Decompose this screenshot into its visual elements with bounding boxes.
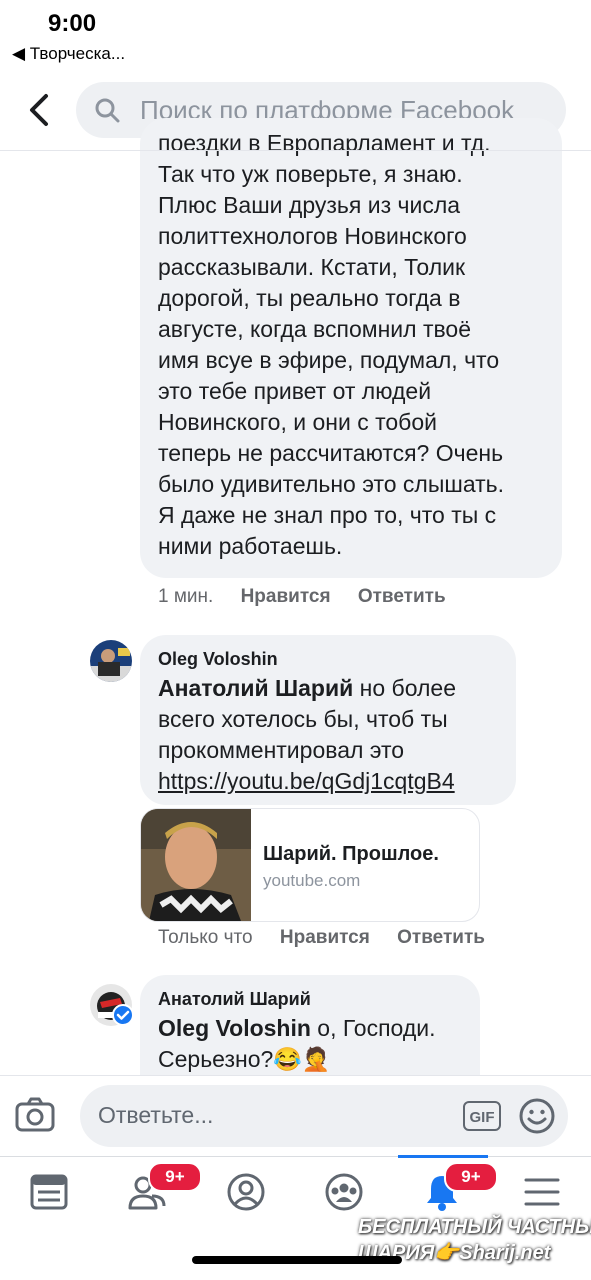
reply-input[interactable]: Ответьте... GIF <box>80 1085 568 1147</box>
profile-icon[interactable] <box>226 1172 266 1212</box>
video-thumbnail <box>141 809 251 921</box>
reply-placeholder: Ответьте... <box>98 1102 214 1128</box>
mention-link[interactable]: Oleg Voloshin <box>158 1015 311 1041</box>
like-button[interactable]: Нравится <box>280 927 370 948</box>
preview-domain: youtube.com <box>263 871 361 890</box>
comment-text: Oleg Voloshin о, Господи. Серьезно?😂🤦 <box>158 1015 436 1072</box>
reply-button[interactable]: Ответить <box>358 586 446 607</box>
back-to-app-overlay[interactable]: ◀ Творческа... <box>12 44 125 64</box>
comment-text: Анатолий Шарий но более всего хотелось б… <box>158 673 508 797</box>
back-arrow-icon[interactable] <box>22 90 56 130</box>
comment-author[interactable]: Анатолий Шарий <box>158 989 311 1010</box>
search-icon <box>95 98 120 123</box>
header-divider <box>0 150 591 151</box>
comment-bubble: поездки в Европарламент и тд. Так что уж… <box>140 118 562 578</box>
reply-button[interactable]: Ответить <box>397 927 485 948</box>
link-preview-card[interactable]: Шарий. Прошлое. youtube.com <box>140 808 480 922</box>
verified-check-icon <box>112 1004 134 1026</box>
comment-author[interactable]: Oleg Voloshin <box>158 649 278 670</box>
mention-link[interactable]: Анатолий Шарий <box>158 675 353 701</box>
comment-meta: Только что Нравится Ответить <box>158 927 485 949</box>
emoji-icon[interactable] <box>518 1097 556 1135</box>
friends-badge: 9+ <box>148 1162 202 1192</box>
camera-icon[interactable] <box>14 1094 56 1136</box>
status-time-overlay: 9:00 <box>48 10 97 37</box>
composer-divider <box>0 1075 591 1076</box>
home-indicator[interactable] <box>192 1256 402 1264</box>
menu-icon[interactable] <box>522 1172 562 1212</box>
comment-text: поездки в Европарламент и тд. Так что уж… <box>158 130 505 559</box>
comment-time: 1 мин. <box>158 586 214 607</box>
youtube-link[interactable]: https://youtu.be/qGdj1cqtgB4 <box>158 766 508 797</box>
avatar[interactable] <box>90 640 132 682</box>
active-tab-indicator <box>398 1155 488 1158</box>
comment-meta: 1 мин. Нравится Ответить <box>158 586 446 608</box>
comment-time: Только что <box>158 927 253 948</box>
preview-title: Шарий. Прошлое. <box>263 843 439 865</box>
tabbar-divider <box>0 1156 591 1157</box>
notifications-badge: 9+ <box>444 1162 498 1192</box>
like-button[interactable]: Нравится <box>241 586 331 607</box>
gif-button[interactable]: GIF <box>463 1101 501 1131</box>
news-feed-icon[interactable] <box>29 1172 69 1212</box>
comment-bubble: Oleg Voloshin Анатолий Шарий но более вс… <box>140 635 516 805</box>
groups-icon[interactable] <box>324 1172 364 1212</box>
